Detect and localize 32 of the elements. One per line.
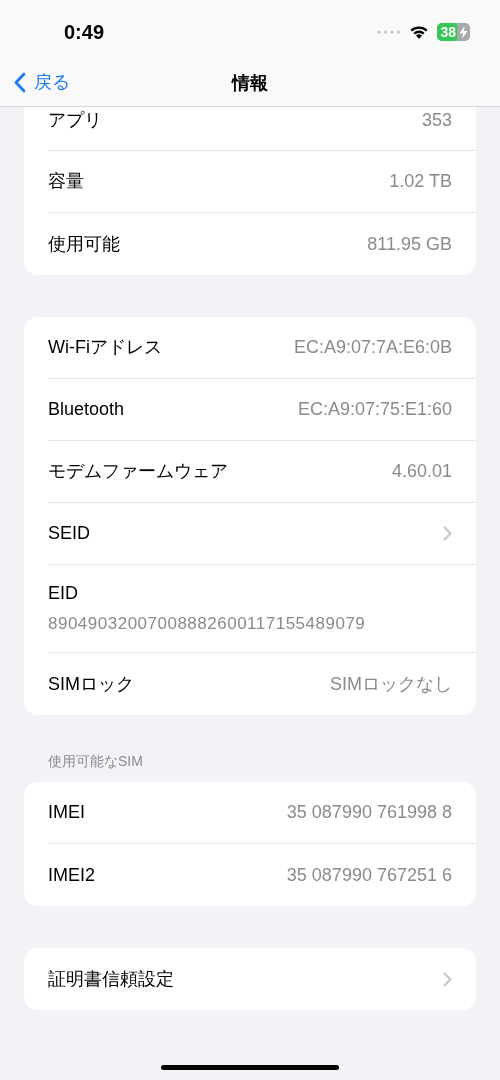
row-value: 35 087990 761998 8: [286, 801, 452, 824]
row-label: IMEI: [48, 801, 85, 824]
row-label: 容量: [48, 170, 84, 193]
chevron-icon: [443, 971, 452, 987]
row-label: 使用可能: [48, 232, 120, 256]
row-value: 1.02 TB: [389, 170, 452, 193]
back-chevron-icon: [14, 72, 26, 93]
row-label: Bluetooth: [48, 398, 125, 421]
row-label: SIMロック: [48, 672, 134, 696]
row-value: 811.95 GB: [367, 232, 452, 256]
row-value: EC:A9:07:75:E1:60: [297, 398, 452, 421]
row-label: IMEI2: [48, 863, 95, 887]
row-value: 353: [421, 109, 452, 132]
row-label: モデムファームウェア: [48, 460, 228, 483]
back-button[interactable]: 戻る: [14, 69, 70, 96]
row-value: EC:A9:07:7A:E6:0B: [293, 336, 452, 359]
battery-indicator: 38: [437, 23, 470, 41]
chevron-icon: [443, 526, 452, 541]
section-header: 使用可能なSIM: [47, 752, 144, 771]
row-value: SIMロックなし: [330, 672, 452, 696]
signal-dots-icon: [377, 30, 402, 34]
row-value: 35 087990 767251 6: [286, 863, 452, 887]
row-label: EID: [48, 582, 79, 606]
settings-row[interactable]: 証明書信頼設定: [48, 948, 476, 1010]
settings-row[interactable]: SEID: [48, 503, 476, 565]
nav-title: 情報: [232, 71, 268, 95]
row-value: 4.60.01: [391, 460, 452, 483]
wifi-icon: [409, 24, 430, 40]
status-time: 0:49: [64, 20, 105, 45]
row-label: Wi-Fiアドレス: [48, 336, 162, 359]
row-value: 89049032007008882600117155489079: [48, 613, 367, 636]
row-label: アプリ: [48, 109, 102, 132]
